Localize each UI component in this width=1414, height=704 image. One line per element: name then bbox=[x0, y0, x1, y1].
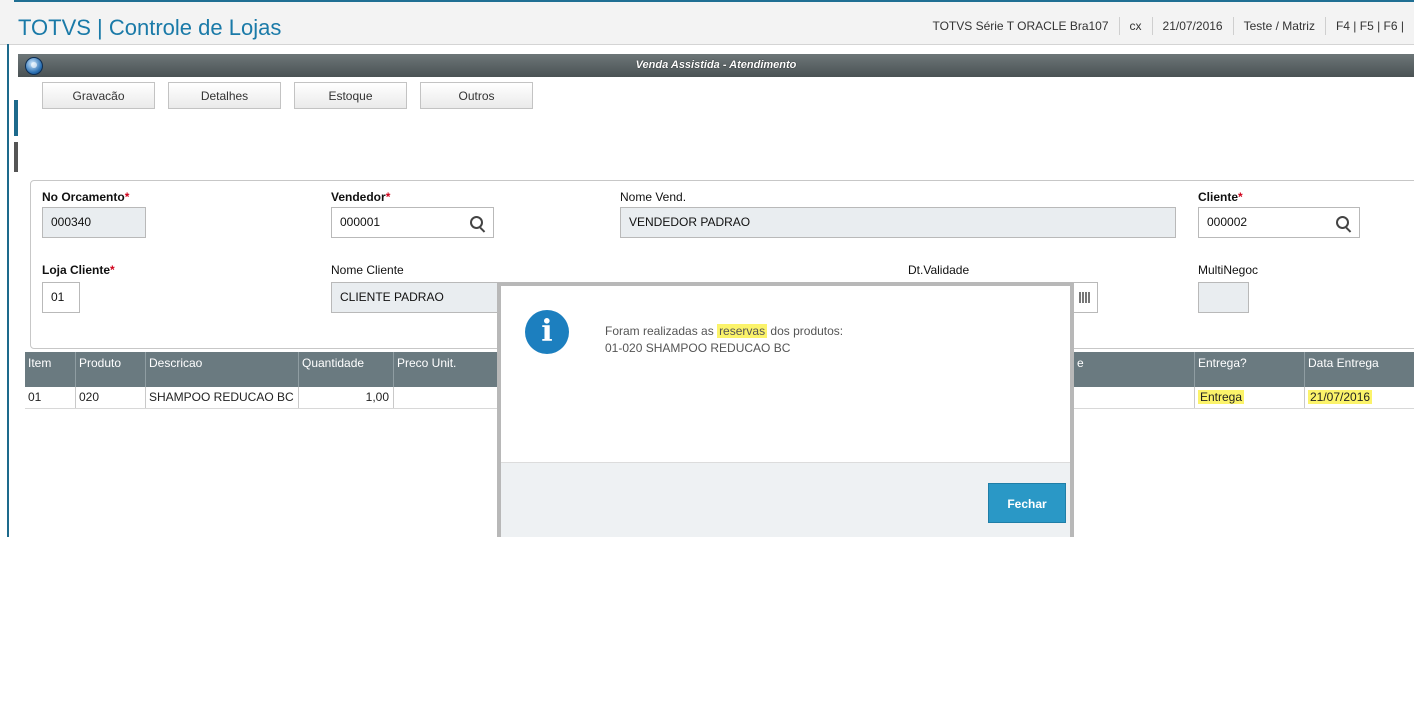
calendar-icon[interactable] bbox=[1079, 292, 1091, 303]
column-header-data-entrega[interactable]: Data Entrega bbox=[1304, 352, 1414, 387]
fechar-button[interactable]: Fechar bbox=[988, 483, 1066, 523]
cell-data-entrega[interactable]: 21/07/2016 bbox=[1304, 387, 1414, 408]
no-orcamento-field[interactable]: 000340 bbox=[42, 207, 146, 238]
app-window: TOTVS | Controle de Lojas TOTVS Série T … bbox=[0, 0, 1414, 537]
window-title-bar: Venda Assistida - Atendimento bbox=[18, 54, 1414, 77]
info-dialog: i Foram realizadas as reservas dos produ… bbox=[497, 282, 1074, 537]
session-info: TOTVS Série T ORACLE Bra107 cx 21/07/201… bbox=[922, 14, 1414, 38]
app-title: TOTVS | Controle de Lojas bbox=[18, 15, 282, 40]
search-icon[interactable] bbox=[470, 216, 483, 229]
required-mark: * bbox=[124, 190, 130, 204]
column-header-preco-unit[interactable]: Preco Unit. bbox=[393, 352, 503, 387]
search-icon[interactable] bbox=[1336, 216, 1349, 229]
side-tab[interactable] bbox=[14, 100, 18, 136]
required-mark: * bbox=[110, 263, 115, 277]
loja-cliente-label: Loja Cliente* bbox=[42, 263, 115, 277]
date-info: 21/07/2016 bbox=[1151, 17, 1233, 35]
nome-cliente-label: Nome Cliente bbox=[331, 263, 404, 277]
cliente-field[interactable]: 000002 bbox=[1198, 207, 1360, 238]
nome-cliente-field[interactable]: CLIENTE PADRAO bbox=[331, 282, 501, 313]
entrega-value: Entrega bbox=[1198, 390, 1245, 404]
shortcut-keys[interactable]: F4 | F5 | F6 | bbox=[1324, 17, 1414, 35]
column-header-partial[interactable]: e bbox=[1074, 352, 1194, 387]
nome-vend-label: Nome Vend. bbox=[620, 190, 687, 204]
cell-item[interactable]: 01 bbox=[25, 387, 75, 408]
vendedor-label: Vendedor* bbox=[331, 190, 391, 204]
side-tab[interactable] bbox=[14, 142, 18, 172]
outros-button[interactable]: Outros bbox=[420, 82, 533, 109]
column-header-descricao[interactable]: Descricao bbox=[145, 352, 298, 387]
gravacao-button[interactable]: Gravacão bbox=[42, 82, 155, 109]
cell-preco-unit[interactable] bbox=[393, 387, 503, 408]
column-header-item[interactable]: Item bbox=[25, 352, 75, 387]
highlighted-word: reservas bbox=[717, 324, 768, 338]
dt-validade-label: Dt.Validade bbox=[908, 263, 970, 277]
dialog-footer: Fechar bbox=[501, 462, 1070, 537]
cell-descricao[interactable]: SHAMPOO REDUCAO BC bbox=[145, 387, 298, 408]
cell-quantidade[interactable]: 1,00 bbox=[298, 387, 393, 408]
column-header-quantidade[interactable]: Quantidade bbox=[298, 352, 393, 387]
cell-entrega[interactable]: Entrega bbox=[1194, 387, 1304, 408]
nome-vend-field[interactable]: VENDEDOR PADRAO bbox=[620, 207, 1176, 238]
left-edge-bar bbox=[7, 44, 9, 537]
environment-info: TOTVS Série T ORACLE Bra107 bbox=[932, 19, 1109, 33]
estoque-button[interactable]: Estoque bbox=[294, 82, 407, 109]
vendedor-value: 000001 bbox=[340, 215, 381, 229]
column-header-entrega[interactable]: Entrega? bbox=[1194, 352, 1304, 387]
company-info: Teste / Matriz bbox=[1232, 17, 1325, 35]
multinegoc-label: MultiNegoc bbox=[1198, 263, 1259, 277]
required-mark: * bbox=[385, 190, 391, 204]
data-entrega-value: 21/07/2016 bbox=[1308, 390, 1373, 404]
top-accent-line bbox=[14, 0, 1414, 2]
dialog-message-product: 01-020 SHAMPOO REDUCAO BC bbox=[605, 341, 791, 355]
vendedor-field[interactable]: 000001 bbox=[331, 207, 494, 238]
multinegoc-field[interactable] bbox=[1198, 282, 1249, 313]
dialog-message: Foram realizadas as reservas dos produto… bbox=[605, 324, 844, 338]
loja-cliente-field[interactable]: 01 bbox=[42, 282, 80, 313]
dialog-body: i Foram realizadas as reservas dos produ… bbox=[501, 286, 1070, 461]
cell-produto[interactable]: 020 bbox=[75, 387, 145, 408]
column-header-produto[interactable]: Produto bbox=[75, 352, 145, 387]
top-bar: TOTVS | Controle de Lojas TOTVS Série T … bbox=[0, 0, 1414, 45]
cliente-value: 000002 bbox=[1207, 215, 1248, 229]
user-info: cx bbox=[1118, 17, 1152, 35]
required-mark: * bbox=[1238, 190, 1243, 204]
window-title: Venda Assistida - Atendimento bbox=[635, 59, 797, 71]
info-icon: i bbox=[525, 310, 569, 354]
detalhes-button[interactable]: Detalhes bbox=[168, 82, 281, 109]
no-orcamento-label: No Orcamento* bbox=[42, 190, 130, 204]
cliente-label: Cliente* bbox=[1198, 190, 1243, 204]
